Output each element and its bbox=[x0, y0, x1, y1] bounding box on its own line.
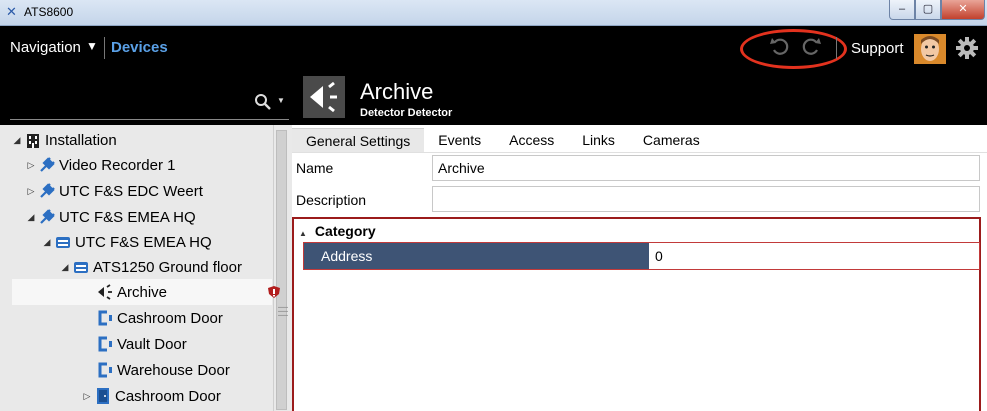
expand-arrow-icon[interactable]: ▷ bbox=[24, 160, 38, 171]
highlight-annotation-ring bbox=[740, 29, 847, 69]
plug-icon bbox=[40, 209, 55, 224]
tab-general-settings[interactable]: General Settings bbox=[292, 128, 425, 153]
window-title: ATS8600 bbox=[24, 5, 74, 19]
detector-glyph-icon bbox=[310, 81, 337, 113]
description-field[interactable] bbox=[432, 186, 980, 212]
collapse-arrow-icon[interactable]: ◢ bbox=[58, 262, 72, 273]
tree-item-label: Warehouse Door bbox=[117, 361, 230, 379]
tree-item-label: UTC F&S EDC Weert bbox=[59, 182, 203, 200]
description-label: Description bbox=[296, 192, 367, 208]
tree-item-emea-hq[interactable]: ◢ UTC F&S EMEA HQ bbox=[24, 204, 286, 230]
door-contact-icon bbox=[98, 362, 112, 378]
tree-item-label: Cashroom Door bbox=[115, 387, 221, 405]
tab-events[interactable]: Events bbox=[424, 128, 495, 153]
tree-item-label: Installation bbox=[45, 131, 117, 149]
window-titlebar: ✕ ATS8600 ‒ ▢ ✕ bbox=[0, 0, 987, 26]
tab-access[interactable]: Access bbox=[495, 128, 568, 153]
door-contact-icon bbox=[98, 310, 112, 326]
tree-item-video-recorder[interactable]: ▷ Video Recorder 1 bbox=[24, 152, 286, 178]
window-controls: ‒ ▢ ✕ bbox=[889, 0, 985, 20]
page-title: Archive bbox=[360, 79, 434, 104]
tree-item-label: Vault Door bbox=[117, 335, 187, 353]
user-avatar[interactable] bbox=[914, 34, 946, 64]
minimize-button[interactable]: ‒ bbox=[889, 0, 915, 20]
plug-icon bbox=[40, 183, 55, 198]
building-icon bbox=[27, 134, 39, 148]
tree-item-ats1250[interactable]: ◢ ATS1250 Ground floor bbox=[58, 254, 320, 280]
tree-item-label: Video Recorder 1 bbox=[59, 156, 176, 174]
tab-cameras[interactable]: Cameras bbox=[629, 128, 714, 153]
panel-icon bbox=[74, 262, 88, 273]
support-separator bbox=[836, 37, 837, 59]
nav-separator bbox=[104, 37, 105, 59]
search-options-chevron-icon[interactable]: ▼ bbox=[277, 96, 285, 105]
door-contact-icon bbox=[98, 336, 112, 352]
tree-item-edc-weert[interactable]: ▷ UTC F&S EDC Weert bbox=[24, 178, 286, 204]
page-subtitle: Detector Detector bbox=[360, 107, 453, 119]
tab-links[interactable]: Links bbox=[568, 128, 629, 153]
tree-item-label: Cashroom Door bbox=[117, 309, 223, 327]
collapse-arrow-icon[interactable]: ◢ bbox=[24, 212, 38, 223]
tree-search-input[interactable] bbox=[10, 119, 289, 120]
tree-item-label: ATS1250 Ground floor bbox=[93, 258, 242, 276]
collapse-arrow-icon[interactable]: ◢ bbox=[10, 135, 24, 146]
breadcrumb-devices[interactable]: Devices bbox=[111, 39, 168, 56]
address-field[interactable] bbox=[650, 243, 979, 269]
plug-icon bbox=[40, 157, 55, 172]
alarm-shield-icon bbox=[268, 286, 280, 298]
expand-arrow-icon[interactable]: ▷ bbox=[24, 186, 38, 197]
tab-bar: General Settings Events Access Links Cam… bbox=[292, 128, 714, 153]
tree-item-emea-hq-panel[interactable]: ◢ UTC F&S EMEA HQ bbox=[40, 229, 302, 255]
top-navigation-bar: Navigation ▼ Devices Support bbox=[0, 27, 987, 69]
collapse-arrow-icon[interactable]: ▲ bbox=[299, 229, 307, 238]
category-header[interactable]: ▲ Category bbox=[299, 223, 376, 239]
tree-item-label: UTC F&S EMEA HQ bbox=[59, 208, 196, 226]
redo-icon[interactable] bbox=[800, 36, 822, 58]
avatar-face-icon bbox=[921, 36, 939, 61]
tree-item-label: Archive bbox=[117, 283, 168, 301]
tab-divider bbox=[292, 152, 987, 153]
maximize-button[interactable]: ▢ bbox=[915, 0, 941, 20]
category-label: Category bbox=[314, 223, 376, 239]
gear-icon[interactable] bbox=[955, 36, 979, 60]
chevron-down-icon[interactable]: ▼ bbox=[86, 39, 98, 53]
door-icon bbox=[97, 388, 109, 404]
tree-item-label: UTC F&S EMEA HQ bbox=[75, 233, 212, 251]
name-field[interactable] bbox=[432, 155, 980, 181]
panel-icon bbox=[56, 237, 70, 248]
tree-item-archive[interactable]: Archive bbox=[12, 279, 280, 305]
detector-icon bbox=[98, 284, 112, 300]
support-link[interactable]: Support bbox=[851, 40, 904, 57]
tree-search-area bbox=[0, 69, 292, 125]
tree-item-installation[interactable]: ◢ Installation bbox=[10, 127, 272, 153]
navigation-menu[interactable]: Navigation bbox=[10, 39, 81, 56]
close-button[interactable]: ✕ bbox=[941, 0, 985, 20]
undo-icon[interactable] bbox=[769, 36, 791, 58]
detector-icon bbox=[303, 76, 345, 118]
expand-arrow-icon[interactable]: ▷ bbox=[80, 391, 94, 402]
address-label: Address bbox=[304, 243, 649, 269]
name-label: Name bbox=[296, 160, 334, 176]
app-logo-icon: ✕ bbox=[6, 4, 17, 19]
search-icon[interactable] bbox=[254, 93, 272, 111]
collapse-arrow-icon[interactable]: ◢ bbox=[40, 237, 54, 248]
